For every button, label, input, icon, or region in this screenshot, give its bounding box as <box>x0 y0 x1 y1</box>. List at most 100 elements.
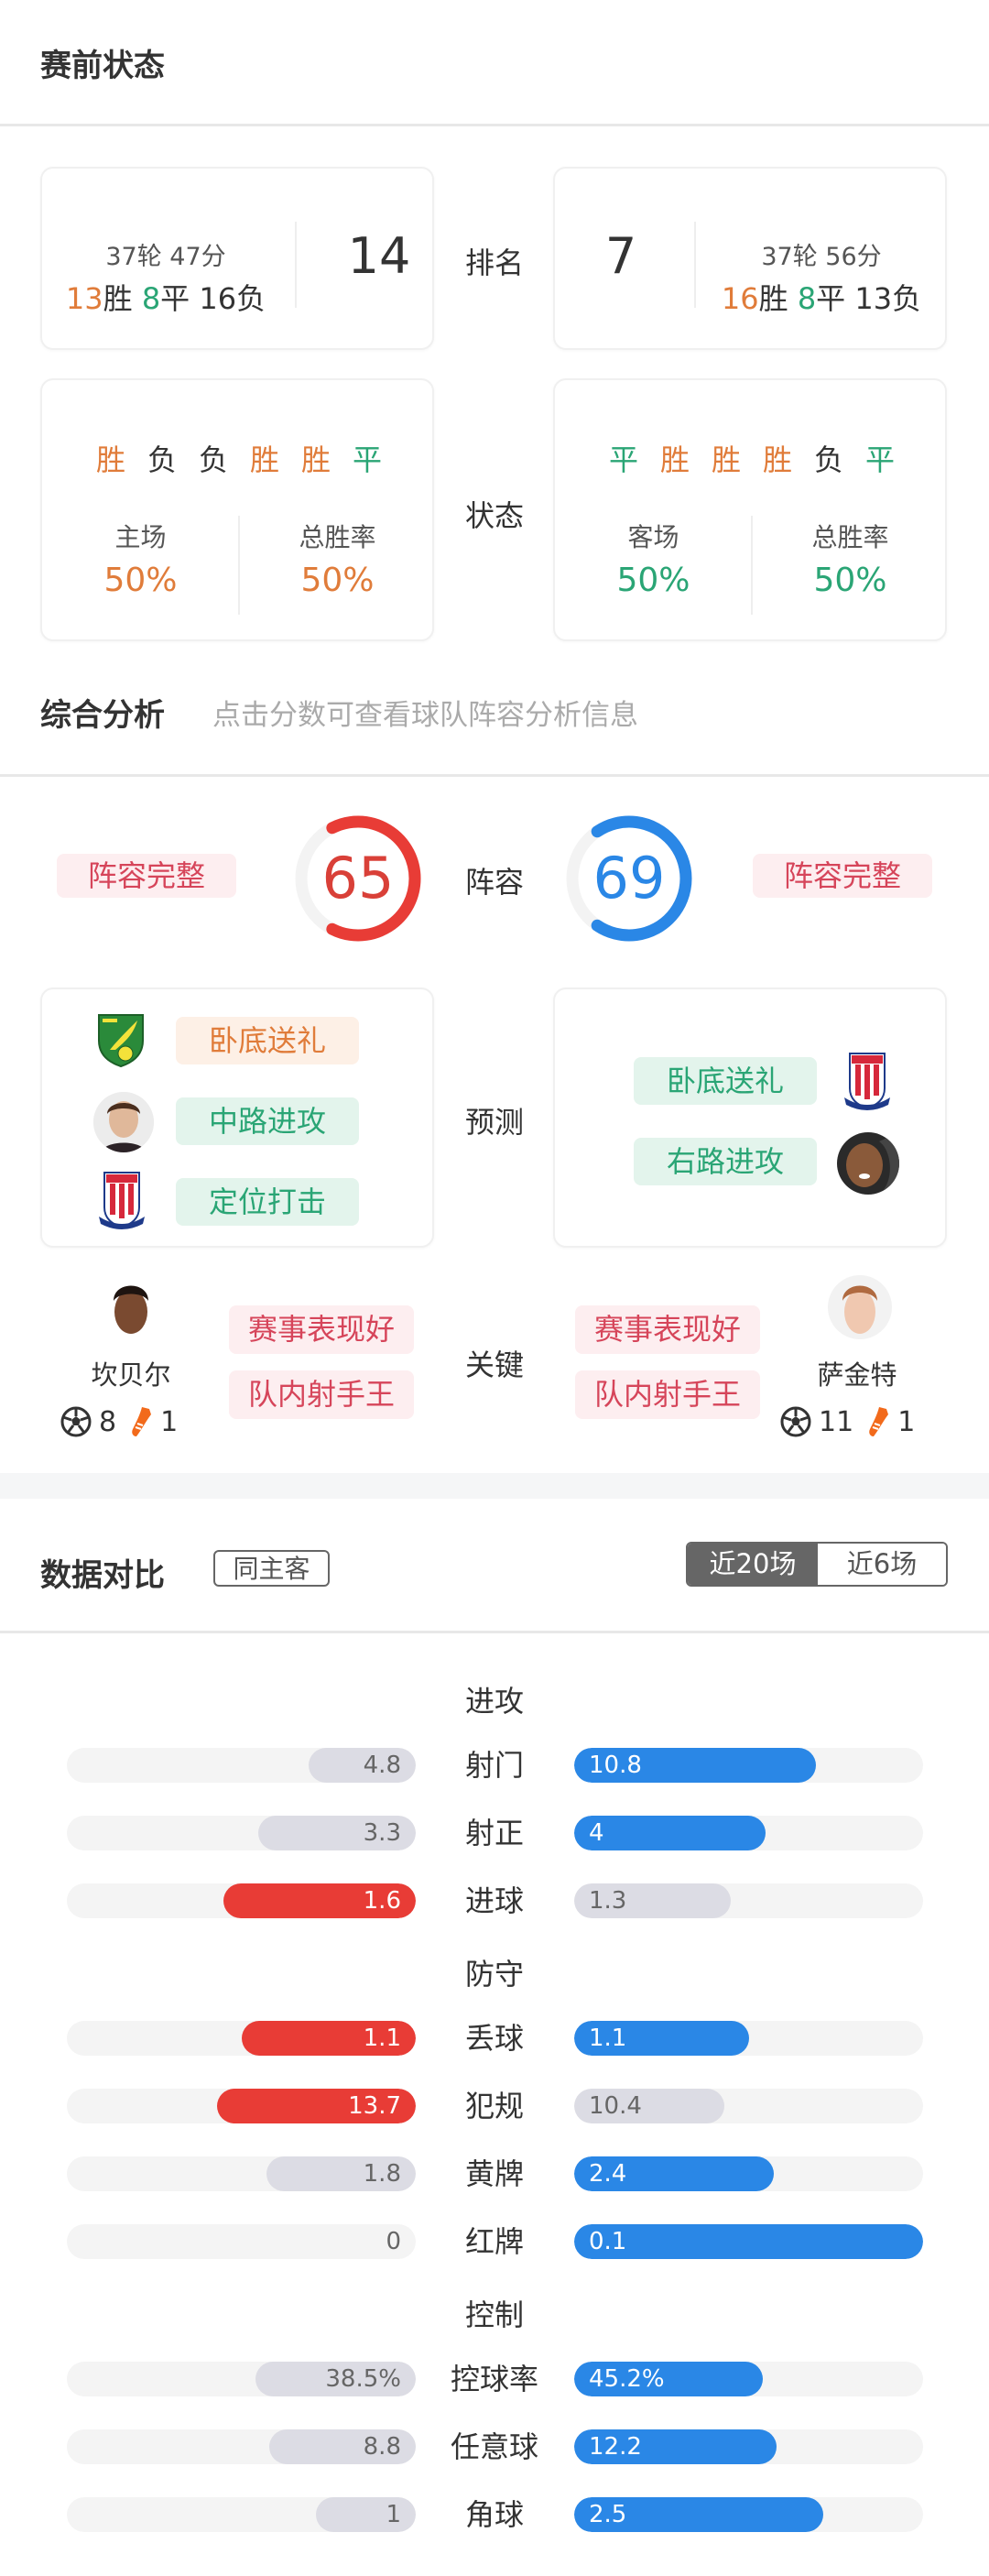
wins-suffix: 胜 <box>758 281 788 316</box>
boot-icon <box>129 1405 153 1438</box>
away-stat-bar: 10.4 <box>574 2089 725 2123</box>
away-lineup-score-ring[interactable]: 69 <box>562 812 696 945</box>
home-prediction-card: 卧底送礼 中路进攻 定位打击 <box>40 988 434 1248</box>
section-title-pre-match: 赛前状态 <box>40 48 165 84</box>
lineup-label: 阵容 <box>464 865 524 900</box>
away-prediction-card: 卧底送礼 右路进攻 <box>553 988 947 1248</box>
away-losses: 13负 <box>854 281 922 316</box>
home-total-label: 总胜率 <box>299 522 376 552</box>
home-stat-value: 1 <box>386 2501 401 2528</box>
away-total-label: 总胜率 <box>811 522 889 552</box>
away-stat-bar: 2.5 <box>574 2497 824 2532</box>
home-key-player-name: 坎贝尔 <box>91 1359 171 1391</box>
stat-label: 犯规 <box>464 2089 524 2123</box>
player-avatar <box>93 1092 154 1152</box>
divider <box>295 222 297 308</box>
away-form-result: 平 <box>865 442 896 477</box>
away-stat-value: 4 <box>589 1819 604 1847</box>
stats-row: 8.8 任意球 12.2 <box>0 2429 989 2466</box>
home-stat-bar: 1.6 <box>223 1883 416 1918</box>
home-venue-label: 主场 <box>114 522 167 552</box>
away-stat-track: 45.2% <box>574 2362 923 2396</box>
prediction-tag: 卧底送礼 <box>634 1057 817 1105</box>
home-stat-track: 1.6 <box>67 1883 416 1918</box>
stat-label: 任意球 <box>450 2429 538 2464</box>
stat-label: 控球率 <box>450 2362 538 2396</box>
away-form-result: 胜 <box>763 442 793 477</box>
home-stat-value: 8.8 <box>363 2433 401 2461</box>
match-range-toggle[interactable]: 近20场 近6场 <box>686 1542 948 1587</box>
away-stat-bar: 10.8 <box>574 1748 816 1783</box>
home-stat-value: 13.7 <box>348 2092 401 2120</box>
home-lineup-status-badge: 阵容完整 <box>57 854 236 898</box>
away-rounds-points: 37轮 56分 <box>761 243 882 271</box>
home-form-result: 胜 <box>250 442 280 477</box>
prediction-label: 预测 <box>464 1105 524 1140</box>
away-lineup-score[interactable]: 69 <box>562 812 696 945</box>
home-stat-track: 38.5% <box>67 2362 416 2396</box>
home-lineup-score[interactable]: 65 <box>291 812 425 945</box>
home-stat-bar: 8.8 <box>269 2429 416 2464</box>
key-player-tag: 队内射手王 <box>575 1370 760 1419</box>
boot-icon <box>866 1405 890 1438</box>
wins-suffix: 胜 <box>103 281 133 316</box>
home-rank-card: 37轮 47分 13胜 8平 16负 14 <box>40 167 434 350</box>
soccer-ball-icon <box>780 1406 811 1437</box>
away-draws: 8 <box>797 281 817 316</box>
home-form-result: 胜 <box>301 442 331 477</box>
away-assists: 1 <box>897 1405 916 1438</box>
home-rank: 14 <box>347 227 411 285</box>
home-form-result: 胜 <box>95 442 125 477</box>
stats-row: 1 角球 2.5 <box>0 2497 989 2534</box>
away-stat-bar: 45.2% <box>574 2362 763 2396</box>
home-form-result: 平 <box>353 442 383 477</box>
home-stat-bar: 38.5% <box>255 2362 416 2396</box>
stats-row: 13.7 犯规 10.4 <box>0 2089 989 2125</box>
home-assists: 1 <box>160 1405 179 1438</box>
home-form-row: 胜负负胜胜平 <box>42 437 436 479</box>
home-key-player-stats: 8 1 <box>60 1403 178 1440</box>
stats-section-label: 防守 <box>464 1957 524 1992</box>
home-stat-bar: 4.8 <box>308 1748 416 1783</box>
stats-row: 38.5% 控球率 45.2% <box>0 2362 989 2398</box>
home-stat-track: 4.8 <box>67 1748 416 1783</box>
home-goals: 8 <box>99 1405 117 1438</box>
section-title-analysis: 综合分析 <box>40 697 165 734</box>
tab-last-6[interactable]: 近6场 <box>818 1544 946 1585</box>
same-venue-filter-button[interactable]: 同主客 <box>213 1550 330 1587</box>
draws-suffix: 平 <box>160 281 190 316</box>
away-form-row: 平胜胜胜负平 <box>555 437 949 479</box>
away-stat-value: 45.2% <box>589 2365 665 2393</box>
home-stat-track: 13.7 <box>67 2089 416 2123</box>
away-stat-bar: 0.1 <box>574 2224 923 2259</box>
home-stat-bar: 1.1 <box>241 2021 416 2056</box>
home-stat-value: 1.6 <box>363 1887 401 1915</box>
tab-last-20[interactable]: 近20场 <box>688 1544 818 1585</box>
draws-suffix: 平 <box>816 281 846 316</box>
away-stat-track: 2.4 <box>574 2156 923 2191</box>
prediction-tag: 定位打击 <box>176 1178 359 1226</box>
home-lineup-score-ring[interactable]: 65 <box>291 812 425 945</box>
divider <box>0 774 989 777</box>
away-stat-track: 1.3 <box>574 1883 923 1918</box>
stat-label: 丢球 <box>464 2021 524 2056</box>
home-rounds-points: 37轮 47分 <box>105 243 226 271</box>
key-player-tag: 赛事表现好 <box>229 1305 414 1354</box>
away-form-result: 平 <box>608 442 638 477</box>
norwich-crest-icon <box>97 1013 145 1068</box>
away-venue-rate: 50% <box>616 562 690 599</box>
away-stat-value: 10.4 <box>589 2092 642 2120</box>
stat-label: 射正 <box>464 1816 524 1850</box>
divider <box>0 1631 989 1633</box>
home-wins: 13 <box>65 281 103 316</box>
away-stat-value: 1.3 <box>589 1887 627 1915</box>
away-stat-track: 0.1 <box>574 2224 923 2259</box>
soccer-ball-icon <box>60 1406 92 1437</box>
away-stat-bar: 12.2 <box>574 2429 777 2464</box>
away-stat-bar: 2.4 <box>574 2156 774 2191</box>
stats-row: 0 红牌 0.1 <box>0 2224 989 2261</box>
away-form-result: 胜 <box>659 442 690 477</box>
rank-label: 排名 <box>464 246 524 280</box>
away-stat-bar: 1.3 <box>574 1883 731 1918</box>
away-venue-label: 客场 <box>627 522 679 552</box>
